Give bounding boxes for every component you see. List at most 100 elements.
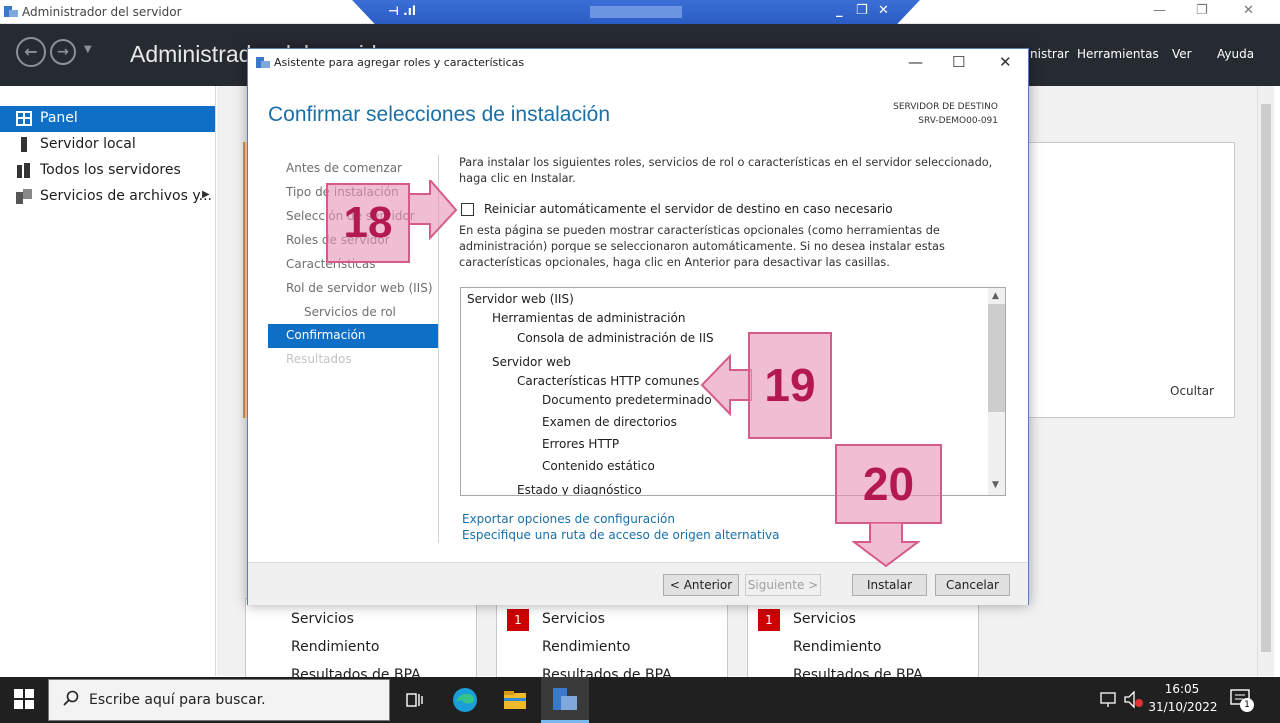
rdp-close-icon[interactable]: ✕ — [878, 3, 889, 18]
dashboard-icon — [16, 111, 32, 126]
scrollbar-thumb[interactable] — [1261, 104, 1271, 652]
list-scrollbar[interactable]: ▲ ▼ — [988, 288, 1005, 495]
list-item: Estado y diagnóstico — [517, 483, 642, 496]
network-icon[interactable] — [1100, 692, 1118, 708]
step-results: Resultados — [268, 348, 438, 372]
list-item: Características HTTP comunes — [517, 374, 700, 388]
taskbar-date[interactable]: 31/10/2022 — [1148, 700, 1218, 714]
rdp-minimize-icon[interactable]: _ — [836, 3, 843, 18]
install-button[interactable]: Instalar — [852, 574, 927, 596]
step-role-services[interactable]: Servicios de rol — [268, 301, 438, 325]
restart-checkbox-label[interactable]: Reiniciar automáticamente el servidor de… — [484, 202, 893, 216]
window-title: Administrador del servidor — [22, 5, 182, 19]
card-row-performance[interactable]: Rendimiento — [793, 639, 881, 655]
callout-arrow-left-icon — [700, 354, 752, 416]
notification-center-icon[interactable]: 1 — [1230, 688, 1254, 712]
sidebar-item-label: Todos los servidores — [40, 162, 181, 178]
pin-icon[interactable]: ⊣ .ıl — [388, 4, 416, 18]
taskbar-active-app[interactable] — [541, 677, 589, 723]
file-explorer-icon[interactable] — [500, 685, 530, 715]
windows-start-icon[interactable] — [14, 689, 34, 709]
card-row-performance[interactable]: Rendimiento — [291, 639, 379, 655]
remote-desktop-bar: ⊣ .ıl _ ❐ ✕ — [352, 0, 920, 24]
destination-server-value: SRV-DEMO00-091 — [918, 116, 998, 126]
server-group-card[interactable]: Servicios Rendimiento Resultados de BPA — [245, 598, 477, 683]
hide-link[interactable]: Ocultar — [1170, 384, 1214, 398]
forward-icon[interactable]: → — [50, 39, 76, 65]
minimize-icon[interactable]: — — [1153, 3, 1166, 18]
edge-browser-icon[interactable] — [450, 685, 480, 715]
servers-icon — [17, 163, 30, 178]
alert-badge: 1 — [507, 609, 529, 631]
expand-arrow-icon[interactable]: ▶ — [202, 189, 210, 200]
menu-help[interactable]: Ayuda — [1217, 47, 1254, 61]
card-row-services[interactable]: Servicios — [793, 611, 856, 627]
history-dropdown-icon[interactable]: ▼ — [84, 44, 92, 55]
step-confirmation[interactable]: Confirmación — [268, 324, 438, 348]
annotation-20: 20 — [835, 444, 942, 524]
alternate-source-link[interactable]: Especifique una ruta de acceso de origen… — [462, 528, 779, 542]
step-label: Confirmación — [286, 328, 366, 342]
restore-icon[interactable]: ❐ — [1196, 3, 1208, 18]
sidebar-item-label: Panel — [40, 110, 78, 126]
list-item: Servidor web — [492, 355, 571, 369]
step-before-you-begin[interactable]: Antes de comenzar — [268, 157, 438, 181]
list-item: Examen de directorios — [542, 415, 677, 429]
step-label: Resultados — [286, 352, 352, 366]
next-button: Siguiente > — [745, 574, 821, 596]
sidebar: Panel Servidor local Todos los servidore… — [0, 86, 216, 676]
rdp-restore-icon[interactable]: ❐ — [856, 3, 868, 18]
search-icon — [63, 690, 79, 706]
sidebar-item-local-server[interactable]: Servidor local — [0, 132, 215, 158]
dialog-maximize-icon[interactable]: ☐ — [952, 53, 965, 71]
notification-count: 1 — [1240, 698, 1254, 712]
server-manager-icon — [4, 6, 18, 17]
dialog-minimize-icon[interactable]: — — [908, 53, 923, 71]
sidebar-item-label: Servicios de archivos y... — [40, 188, 212, 204]
list-item: Servidor web (IIS) — [467, 292, 574, 306]
menu-view[interactable]: Ver — [1172, 47, 1192, 61]
dialog-footer: < Anterior Siguiente > Instalar Cancelar — [248, 562, 1028, 605]
scroll-up-icon[interactable]: ▲ — [992, 291, 999, 301]
annotation-18: 18 — [326, 183, 410, 263]
volume-muted-icon[interactable] — [1124, 691, 1144, 709]
step-web-server-role[interactable]: Rol de servidor web (IIS) — [268, 277, 438, 301]
scroll-down-icon[interactable]: ▼ — [992, 480, 999, 490]
step-label: Servicios de rol — [304, 305, 396, 319]
destination-server-label: SERVIDOR DE DESTINO — [893, 102, 998, 112]
previous-button[interactable]: < Anterior — [663, 574, 739, 596]
callout-arrow-down-icon — [852, 522, 920, 568]
dialog-close-icon[interactable]: ✕ — [999, 53, 1012, 71]
page-title: Confirmar selecciones de instalación — [268, 103, 610, 126]
close-icon[interactable]: ✕ — [1243, 3, 1254, 18]
dialog-title: Asistente para agregar roles y caracterí… — [274, 56, 525, 69]
server-group-card[interactable]: 1 Servicios Rendimiento Resultados de BP… — [496, 598, 728, 683]
server-group-card[interactable]: 1 Servicios Rendimiento Resultados de BP… — [747, 598, 979, 683]
alert-badge: 1 — [758, 609, 780, 631]
list-item: Consola de administración de IIS — [517, 331, 714, 345]
taskbar-time[interactable]: 16:05 — [1154, 682, 1210, 696]
card-row-services[interactable]: Servicios — [291, 611, 354, 627]
server-manager-taskbar-icon — [553, 688, 577, 710]
sidebar-item-file-services[interactable]: Servicios de archivos y... ▶ — [0, 184, 215, 210]
wizard-icon — [256, 57, 270, 68]
menu-tools[interactable]: Herramientas — [1077, 47, 1159, 61]
cancel-button[interactable]: Cancelar — [935, 574, 1010, 596]
restart-checkbox[interactable] — [461, 203, 474, 216]
list-item: Documento predeterminado — [542, 393, 712, 407]
list-item: Errores HTTP — [542, 437, 620, 451]
sidebar-item-panel[interactable]: Panel — [0, 106, 215, 132]
menu-manage[interactable]: nistrar — [1030, 47, 1069, 61]
card-row-performance[interactable]: Rendimiento — [542, 639, 630, 655]
list-item: Herramientas de administración — [492, 311, 686, 325]
search-placeholder: Escribe aquí para buscar. — [89, 692, 266, 708]
taskbar-search[interactable]: Escribe aquí para buscar. — [48, 679, 390, 721]
sidebar-item-all-servers[interactable]: Todos los servidores — [0, 158, 215, 184]
sidebar-item-label: Servidor local — [40, 136, 136, 152]
main-scrollbar[interactable] — [1257, 86, 1274, 676]
scrollbar-thumb[interactable] — [988, 304, 1005, 412]
back-icon[interactable]: ← — [16, 37, 46, 67]
card-row-services[interactable]: Servicios — [542, 611, 605, 627]
task-view-icon[interactable] — [400, 685, 430, 715]
export-config-link[interactable]: Exportar opciones de configuración — [462, 512, 675, 526]
